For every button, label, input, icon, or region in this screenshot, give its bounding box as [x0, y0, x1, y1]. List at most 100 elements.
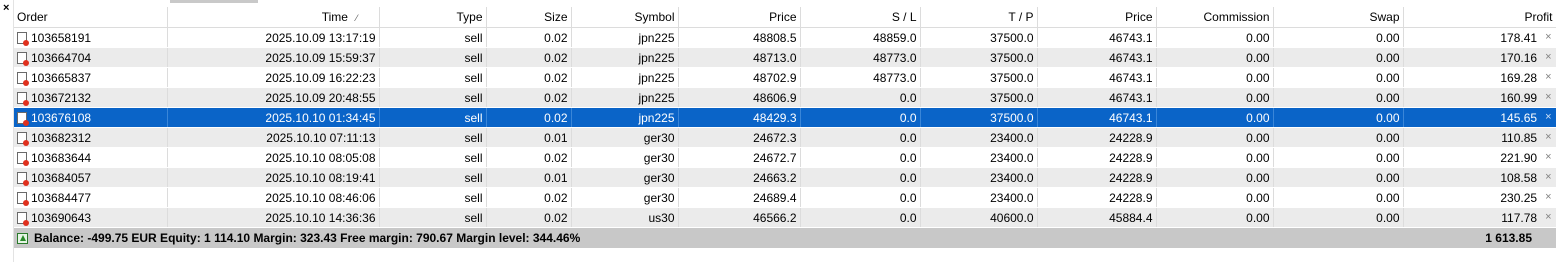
- column-header-symbol[interactable]: Symbol: [571, 7, 679, 28]
- window-tab-strip: [170, 0, 258, 3]
- close-position-icon[interactable]: ×: [1545, 191, 1551, 205]
- table-row[interactable]: 103684477 2025.10.10 08:46:06 sell 0.02 ger3…: [14, 187, 1556, 208]
- type-cell: sell: [379, 147, 487, 168]
- close-position-icon[interactable]: ×: [1545, 171, 1551, 185]
- column-header-size[interactable]: Size: [486, 7, 572, 28]
- time-cell: 2025.10.10 08:19:41: [167, 167, 380, 188]
- table-row[interactable]: 103682312 2025.10.10 07:11:13 sell 0.01 ger3…: [14, 127, 1556, 148]
- close-position-icon[interactable]: ×: [1545, 211, 1551, 225]
- profit-value: 110.85: [1501, 130, 1538, 145]
- swap-cell: 0.00: [1273, 27, 1404, 48]
- type-cell: sell: [379, 87, 487, 108]
- close-position-icon[interactable]: ×: [1545, 31, 1551, 45]
- close-position-icon[interactable]: ×: [1545, 91, 1551, 105]
- take-profit-cell: 23400.0: [920, 167, 1038, 188]
- type-cell: sell: [379, 47, 487, 68]
- column-header-open-price[interactable]: Price: [678, 7, 801, 28]
- order-cell: 103672132: [14, 87, 168, 108]
- commission-cell: 0.00: [1156, 87, 1274, 108]
- close-position-icon[interactable]: ×: [1545, 111, 1551, 125]
- symbol-cell: ger30: [571, 167, 679, 188]
- swap-cell: 0.00: [1273, 67, 1404, 88]
- symbol-cell: ger30: [571, 147, 679, 168]
- take-profit-cell: 37500.0: [920, 107, 1038, 128]
- close-position-icon[interactable]: ×: [1545, 51, 1551, 65]
- close-position-icon[interactable]: ×: [1545, 71, 1551, 85]
- order-document-icon: [17, 151, 29, 166]
- size-cell: 0.01: [486, 127, 572, 148]
- commission-cell: 0.00: [1156, 127, 1274, 148]
- order-number: 103684057: [31, 170, 92, 185]
- commission-cell: 0.00: [1156, 167, 1274, 188]
- current-price-cell: 24228.9: [1037, 167, 1157, 188]
- swap-cell: 0.00: [1273, 207, 1404, 228]
- close-position-icon[interactable]: ×: [1545, 151, 1551, 165]
- table-row[interactable]: 103664704 2025.10.09 15:59:37 sell 0.02 jpn2…: [14, 47, 1556, 68]
- symbol-cell: jpn225: [571, 47, 679, 68]
- commission-cell: 0.00: [1156, 187, 1274, 208]
- order-cell: 103665837: [14, 67, 168, 88]
- profit-value: 145.65: [1500, 110, 1538, 125]
- order-document-icon: [17, 31, 29, 46]
- current-price-cell: 46743.1: [1037, 27, 1157, 48]
- table-row[interactable]: 103672132 2025.10.09 20:48:55 sell 0.02 jpn2…: [14, 87, 1556, 108]
- size-cell: 0.02: [486, 27, 572, 48]
- size-cell: 0.02: [486, 67, 572, 88]
- table-row[interactable]: 103676108 2025.10.10 01:34:45 sell 0.02 jpn2…: [14, 107, 1556, 128]
- swap-cell: 0.00: [1273, 127, 1404, 148]
- order-cell: 103682312: [14, 127, 168, 148]
- column-header-take-profit[interactable]: T / P: [920, 7, 1038, 28]
- order-cell: 103658191: [14, 27, 168, 48]
- symbol-cell: ger30: [571, 127, 679, 148]
- size-cell: 0.02: [486, 147, 572, 168]
- close-panel-icon[interactable]: ×: [3, 3, 9, 14]
- close-position-icon[interactable]: ×: [1545, 131, 1551, 145]
- take-profit-cell: 37500.0: [920, 47, 1038, 68]
- symbol-cell: us30: [571, 207, 679, 228]
- table-row[interactable]: 103690643 2025.10.10 14:36:36 sell 0.02 us30…: [14, 207, 1556, 228]
- time-cell: 2025.10.10 01:34:45: [167, 107, 380, 128]
- current-price-cell: 24228.9: [1037, 127, 1157, 148]
- column-header-swap[interactable]: Swap: [1273, 7, 1404, 28]
- profit-cell: 221.90 ×: [1403, 147, 1556, 168]
- order-cell: 103690643: [14, 207, 168, 228]
- size-cell: 0.02: [486, 187, 572, 208]
- time-cell: 2025.10.10 07:11:13: [167, 127, 380, 148]
- column-header-time[interactable]: Time ⁄: [167, 7, 380, 28]
- order-document-icon: [17, 71, 29, 86]
- take-profit-cell: 23400.0: [920, 187, 1038, 208]
- profit-cell: 178.41 ×: [1403, 27, 1556, 48]
- open-price-cell: 48429.3: [678, 107, 801, 128]
- size-cell: 0.02: [486, 107, 572, 128]
- profit-value: 221.90: [1500, 150, 1538, 165]
- current-price-cell: 46743.1: [1037, 67, 1157, 88]
- column-header-commission[interactable]: Commission: [1156, 7, 1274, 28]
- table-row[interactable]: 103684057 2025.10.10 08:19:41 sell 0.01 ger3…: [14, 167, 1556, 188]
- commission-cell: 0.00: [1156, 207, 1274, 228]
- stop-loss-cell: 48773.0: [800, 67, 921, 88]
- size-cell: 0.02: [486, 47, 572, 68]
- symbol-cell: jpn225: [571, 27, 679, 48]
- column-header-order[interactable]: Order: [14, 7, 168, 28]
- commission-cell: 0.00: [1156, 147, 1274, 168]
- symbol-cell: ger30: [571, 187, 679, 208]
- order-number: 103690643: [31, 210, 92, 225]
- column-header-stop-loss[interactable]: S / L: [800, 7, 921, 28]
- size-cell: 0.02: [486, 87, 572, 108]
- order-cell: 103683644: [14, 147, 168, 168]
- open-price-cell: 24689.4: [678, 187, 801, 208]
- table-row[interactable]: 103658191 2025.10.09 13:17:19 sell 0.02 jpn2…: [14, 27, 1556, 48]
- swap-cell: 0.00: [1273, 167, 1404, 188]
- table-row[interactable]: 103683644 2025.10.10 08:05:08 sell 0.02 ger3…: [14, 147, 1556, 168]
- take-profit-cell: 37500.0: [920, 87, 1038, 108]
- column-header-profit[interactable]: Profit: [1403, 7, 1556, 28]
- order-document-icon: [17, 51, 29, 66]
- column-header-type[interactable]: Type: [379, 7, 487, 28]
- stop-loss-cell: 0.0: [800, 127, 921, 148]
- profit-cell: 145.65 ×: [1403, 107, 1556, 128]
- time-cell: 2025.10.09 15:59:37: [167, 47, 380, 68]
- column-header-current-price[interactable]: Price: [1037, 7, 1157, 28]
- table-row[interactable]: 103665837 2025.10.09 16:22:23 sell 0.02 jpn2…: [14, 67, 1556, 88]
- commission-cell: 0.00: [1156, 67, 1274, 88]
- time-cell: 2025.10.09 13:17:19: [167, 27, 380, 48]
